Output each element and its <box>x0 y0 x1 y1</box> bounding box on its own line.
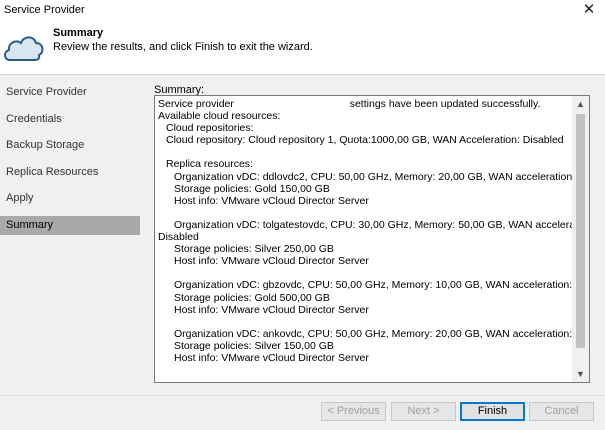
sidebar-item-apply[interactable]: Apply <box>0 189 140 208</box>
sidebar-item-credentials[interactable]: Credentials <box>0 110 140 129</box>
page-title: Summary <box>53 27 104 39</box>
summary-line: Disabled <box>158 231 199 244</box>
wizard-steps-sidebar: Service Provider Credentials Backup Stor… <box>0 78 140 388</box>
summary-line: Cloud repositories: <box>166 122 254 135</box>
sidebar-item-label: Backup Storage <box>6 139 85 151</box>
summary-line: Host info: VMware vCloud Director Server <box>174 303 369 316</box>
sidebar-item-replica-resources[interactable]: Replica Resources <box>0 163 140 182</box>
sidebar-item-backup-storage[interactable]: Backup Storage <box>0 136 140 155</box>
summary-line: Organization vDC: ankovdc, CPU: 50,00 GH… <box>174 327 590 340</box>
footer-divider <box>0 395 605 396</box>
finish-button[interactable]: Finish <box>460 402 525 421</box>
wizard-header: Summary Review the results, and click Fi… <box>0 22 605 75</box>
summary-line: Host info: VMware vCloud Director Server <box>174 351 369 364</box>
summary-textbox[interactable]: Service provider settings have been upda… <box>154 95 590 383</box>
summary-line: Replica resources: <box>166 158 253 171</box>
next-button[interactable]: Next > <box>391 402 456 421</box>
scroll-up-icon[interactable]: ▲ <box>572 96 589 112</box>
summary-line-status: Service provider settings have been upda… <box>158 98 574 110</box>
summary-line: Storage policies: Silver 250,00 GB <box>174 243 334 256</box>
title-bar: Service Provider ✕ <box>0 0 605 22</box>
sidebar-item-label: Apply <box>6 192 34 204</box>
summary-line <box>158 146 574 158</box>
sidebar-item-label: Service Provider <box>6 86 87 98</box>
redacted-provider-name <box>236 99 347 109</box>
summary-line: Organization vDC: ddlovdc2, CPU: 50,00 G… <box>174 170 590 183</box>
summary-line <box>158 267 574 279</box>
sidebar-item-summary[interactable]: Summary <box>0 216 140 235</box>
summary-status-suffix: settings have been updated successfully. <box>349 98 541 110</box>
vertical-scrollbar[interactable]: ▲ ▼ <box>572 96 589 382</box>
cloud-icon <box>4 36 44 61</box>
scrollbar-thumb[interactable] <box>576 114 585 348</box>
close-icon[interactable]: ✕ <box>579 1 599 19</box>
summary-status-prefix: Service provider <box>158 98 234 110</box>
summary-line: Storage policies: Gold 500,00 GB <box>174 291 330 304</box>
summary-line <box>158 316 574 328</box>
sidebar-item-label: Credentials <box>6 113 62 125</box>
sidebar-item-label: Summary <box>6 219 54 231</box>
sidebar-item-service-provider[interactable]: Service Provider <box>0 83 140 102</box>
summary-line: Organization vDC: gbzovdc, CPU: 50,00 GH… <box>174 279 590 292</box>
summary-line: Organization vDC: tolgatestovdc, CPU: 30… <box>174 218 590 231</box>
summary-line: Available cloud resources: <box>158 110 281 123</box>
scroll-down-icon[interactable]: ▼ <box>572 366 589 382</box>
summary-line: Host info: VMware vCloud Director Server <box>174 255 369 268</box>
summary-line: Cloud repository: Cloud repository 1, Qu… <box>166 134 564 147</box>
summary-line <box>158 207 574 219</box>
summary-line: Host info: VMware vCloud Director Server <box>174 194 369 207</box>
summary-line: Storage policies: Gold 150,00 GB <box>174 182 330 195</box>
window-title: Service Provider <box>4 4 85 16</box>
cancel-button[interactable]: Cancel <box>529 402 594 421</box>
sidebar-item-label: Replica Resources <box>6 166 99 178</box>
summary-line: Storage policies: Silver 150,00 GB <box>174 339 334 352</box>
page-subtitle: Review the results, and click Finish to … <box>53 41 313 53</box>
previous-button[interactable]: < Previous <box>321 402 386 421</box>
